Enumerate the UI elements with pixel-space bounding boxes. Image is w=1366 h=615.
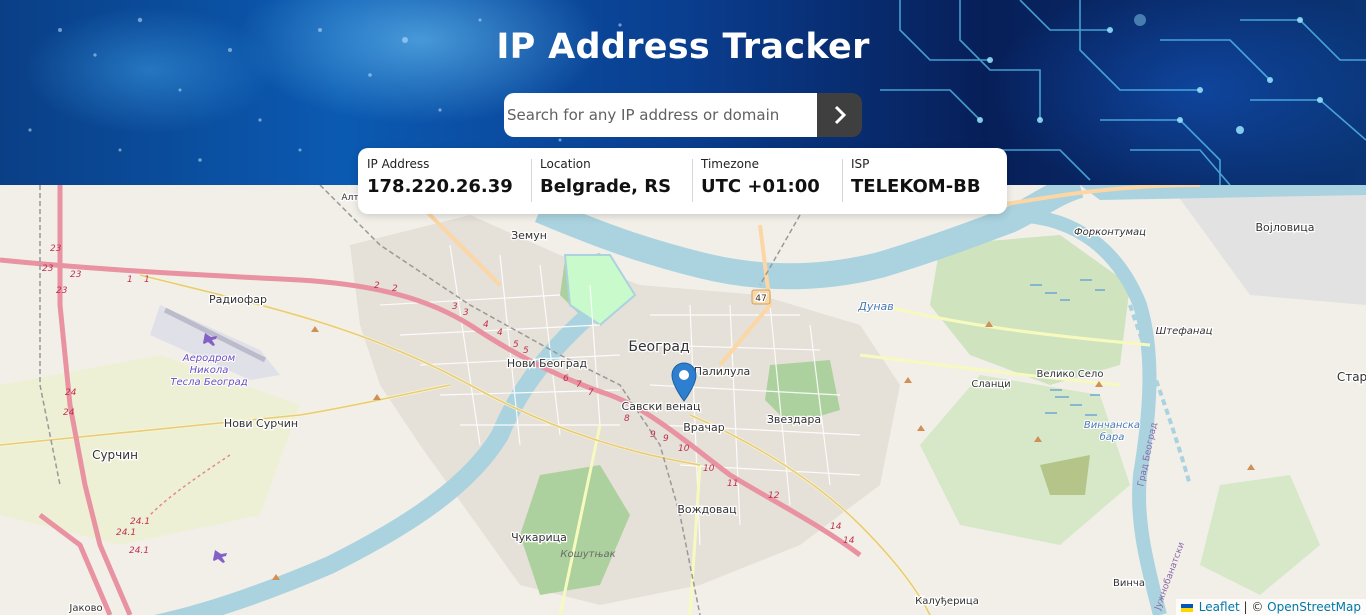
route-47-label: 47 [755, 294, 766, 304]
map-label-radiofar: Радиофар [209, 293, 267, 306]
divider [842, 159, 843, 202]
map-label-vojlovica: Војловица [1256, 221, 1315, 234]
leaflet-link[interactable]: Leaflet [1199, 600, 1240, 614]
map-label-novi-surcin: Нови Сурчин [224, 417, 298, 430]
location-value: Belgrade, RS [540, 176, 672, 197]
map-label-airport-1: Аеродром [182, 353, 236, 364]
map-label-veliko-selo: Велико Село [1037, 369, 1104, 380]
map-label-jakovo: Јаково [68, 603, 102, 614]
map-label-airport-2: Никола [190, 365, 229, 376]
isp-label: ISP [851, 157, 870, 171]
map-view[interactable]: 23 23 23 23 1122 3344 5567 7899 10 10 11 12 14… [0, 185, 1366, 615]
map-label-vincanska-2: бара [1100, 431, 1125, 443]
map-label-novi-beograd: Нови Београд [507, 357, 588, 370]
ip-address-label: IP Address [367, 157, 430, 171]
chevron-right-icon [834, 105, 846, 125]
divider [692, 159, 693, 202]
search-input[interactable] [504, 93, 817, 137]
ip-address-value: 178.220.26.39 [367, 176, 513, 197]
map-label-forkontumac: Форконтумац [1074, 227, 1146, 238]
map-label-alt: Алт [341, 193, 358, 203]
map-label-vozdovac: Вождовац [677, 503, 736, 516]
attribution-separator: | © [1239, 600, 1268, 614]
map-label-kaludjerica: Калуђерица [915, 595, 979, 607]
map-label-palilula: Палилула [694, 365, 751, 378]
map-label-airport-3: Тесла Београд [170, 377, 247, 388]
isp-value: TELEKOM-BB [851, 176, 981, 197]
map-label-vracar: Врачар [683, 421, 725, 434]
map-label-cukarica: Чукарица [511, 531, 567, 544]
ip-info-card: IP Address 178.220.26.39 Location Belgra… [358, 148, 1007, 214]
map-attribution: Leaflet | © OpenStreetMap [1175, 599, 1366, 615]
map-label-zvezdara: Звездара [767, 413, 821, 426]
map-label-surcin: Сурчин [92, 448, 138, 462]
openstreetmap-link[interactable]: OpenStreetMap [1267, 600, 1361, 614]
page-title: IP Address Tracker [496, 27, 870, 67]
map-label-kosutnjak: Кошутњак [560, 549, 615, 560]
map-label-dunav: Дунав [857, 300, 894, 313]
timezone-label: Timezone [701, 157, 759, 171]
ukraine-flag-icon [1180, 603, 1193, 612]
map-label-star: Стар [1337, 370, 1366, 384]
map-label-beograd: Београд [628, 339, 689, 355]
map-label-vincanska-1: Винчанска [1084, 420, 1140, 431]
map-label-vinca: Винча [1113, 578, 1145, 589]
location-label: Location [540, 157, 591, 171]
search-submit-button[interactable] [817, 93, 862, 137]
divider [531, 159, 532, 202]
map-label-slanci: Сланци [971, 379, 1010, 390]
timezone-value: UTC +01:00 [701, 176, 820, 197]
map-label-zemun: Земун [511, 229, 547, 242]
map-label-stefanac: Штефанац [1156, 326, 1213, 337]
boundary-label-grad-beograd: Град Београд [1136, 422, 1159, 488]
search-bar [504, 93, 862, 137]
